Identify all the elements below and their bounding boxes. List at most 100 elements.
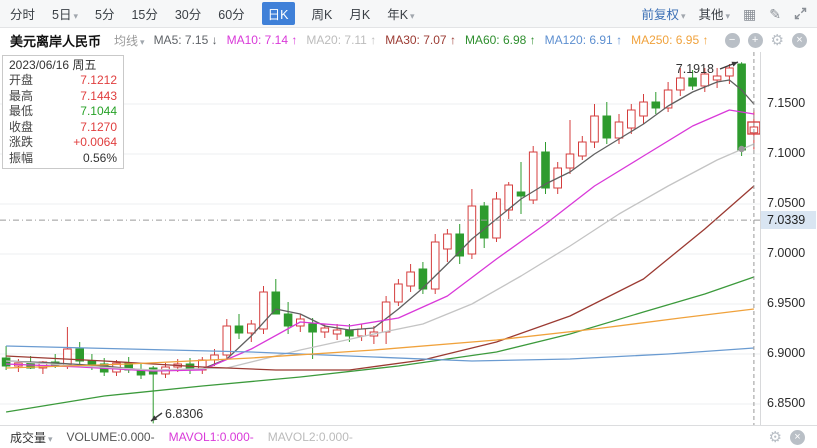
tooltip-low-row: 最低 7.1044 bbox=[9, 104, 117, 118]
close-pane-icon[interactable]: × bbox=[792, 32, 807, 48]
ma30-legend: MA30: 7.07 ↑ bbox=[385, 33, 456, 47]
fullscreen-icon[interactable] bbox=[794, 7, 807, 20]
axis-tick: 7.0000 bbox=[767, 246, 806, 260]
tooltip-high-row: 最高 7.1443 bbox=[9, 88, 117, 103]
candle-body bbox=[676, 77, 685, 91]
ma250-legend: MA250: 6.95 ↑ bbox=[631, 33, 709, 47]
close-pane-icon[interactable]: × bbox=[790, 429, 805, 445]
chevron-down-icon: ▾ bbox=[48, 433, 53, 444]
candle-tooltip: 2023/06/16 周五 开盘 7.1212 最高 7.1443 最低 7.1044… bbox=[2, 55, 124, 169]
tab-monthly-k[interactable]: 月K bbox=[349, 4, 370, 23]
ma120-legend: MA120: 6.91 ↑ bbox=[544, 33, 623, 47]
collapse-pane-icon[interactable]: − bbox=[724, 32, 740, 48]
candle-body bbox=[467, 205, 477, 255]
candle-body bbox=[614, 121, 624, 139]
axis-tick: 6.8500 bbox=[767, 396, 806, 410]
candle-body bbox=[455, 233, 464, 257]
candle-body bbox=[602, 115, 612, 139]
ma10-legend: MA10: 7.14 ↑ bbox=[226, 33, 298, 47]
pane-icon-group: − + ⚙ × bbox=[724, 32, 807, 48]
candle-body bbox=[1, 357, 11, 367]
candle-body bbox=[479, 205, 489, 239]
volume-pane-icons: ⚙ × bbox=[769, 429, 807, 445]
tab-weekly-k[interactable]: 周K bbox=[312, 4, 333, 23]
chevron-down-icon: ▾ bbox=[140, 36, 145, 47]
volume-selector-dropdown[interactable]: 成交量 ▾ bbox=[10, 429, 53, 446]
candle-body bbox=[578, 141, 587, 157]
candle-body bbox=[283, 313, 293, 327]
chevron-down-icon: ▾ bbox=[410, 11, 415, 21]
tab-fenshi[interactable]: 分时 bbox=[10, 4, 35, 23]
candlestick-plot[interactable]: 7.1918 6.8306 2023/06/16 周五 开盘 7.1212 最高 7.… bbox=[0, 52, 760, 425]
indicator-legend-row: 美元离岸人民币 均线 ▾ MA5: 7.15 ↓ MA10: 7.14 ↑ MA2… bbox=[0, 28, 817, 52]
other-dropdown[interactable]: 其他 ▾ bbox=[698, 4, 730, 23]
ma-line-ma60 bbox=[5, 276, 755, 413]
pencil-icon[interactable]: ✎ bbox=[769, 7, 781, 21]
candle-body bbox=[639, 101, 648, 117]
candle-body bbox=[590, 115, 599, 143]
ma60-legend: MA60: 6.98 ↑ bbox=[464, 33, 536, 47]
axis-tick: 7.1500 bbox=[767, 96, 806, 110]
expand-pane-icon[interactable]: + bbox=[747, 32, 763, 48]
candle-body bbox=[430, 241, 440, 290]
candle-body bbox=[63, 348, 72, 366]
tab-daily-k[interactable]: 日K bbox=[261, 2, 295, 25]
tab-yearly-k[interactable]: 年K ▾ bbox=[387, 4, 414, 23]
candle-body bbox=[320, 327, 330, 333]
tooltip-open-row: 开盘 7.1212 bbox=[9, 73, 117, 87]
chevron-down-icon: ▾ bbox=[680, 11, 686, 21]
volume-indicator-bar: 成交量 ▾ VOLUME:0.000- MAVOL1:0.000- MAVOL2:… bbox=[0, 425, 817, 448]
grid-layout-icon[interactable]: ▦ bbox=[743, 7, 756, 21]
candle-body bbox=[627, 109, 636, 129]
candle-body bbox=[651, 101, 661, 109]
axis-tick: 6.9000 bbox=[767, 346, 806, 360]
candle-body bbox=[234, 325, 244, 334]
candle-body bbox=[222, 325, 232, 356]
candle-body bbox=[712, 75, 722, 81]
tab-60min[interactable]: 60分 bbox=[218, 4, 244, 23]
mavol1-value: MAVOL1:0.000- bbox=[168, 430, 254, 444]
candle-body bbox=[357, 328, 366, 337]
annotation-arrowhead bbox=[731, 61, 738, 67]
tooltip-date: 2023/06/16 周五 bbox=[9, 58, 97, 72]
tooltip-close-row: 收盘 7.1270 bbox=[9, 119, 117, 134]
gear-icon[interactable]: ⚙ bbox=[769, 430, 782, 445]
tab-15min[interactable]: 15分 bbox=[131, 4, 157, 23]
candle-body bbox=[565, 153, 575, 169]
period-toolbar: 分时 5日 ▾ 5分 15分 30分 60分 日K 周K 月K 年K ▾ 前复权 ▾ … bbox=[0, 0, 817, 28]
tooltip-amplitude-row: 振幅 0.56% bbox=[9, 150, 117, 165]
toolbar-right-group: 前复权 ▾ 其他 ▾ ▦ ✎ bbox=[641, 4, 807, 23]
candle-body bbox=[308, 323, 317, 333]
tab-30min[interactable]: 30分 bbox=[175, 4, 201, 23]
chart-area: 7.1918 6.8306 2023/06/16 周五 开盘 7.1212 最高 7.… bbox=[0, 52, 817, 425]
candle-body bbox=[345, 329, 354, 337]
tab-5day[interactable]: 5日 ▾ bbox=[52, 4, 78, 23]
ma-line-ma250 bbox=[6, 308, 754, 369]
ma20-legend: MA20: 7.11 ↑ bbox=[306, 33, 377, 47]
ma-line-ma30 bbox=[6, 185, 755, 371]
candle-body bbox=[247, 323, 256, 334]
volume-value: VOLUME:0.000- bbox=[66, 430, 155, 444]
gear-icon[interactable]: ⚙ bbox=[771, 33, 784, 48]
adjust-mode-dropdown[interactable]: 前复权 ▾ bbox=[641, 4, 685, 23]
ma-selector-dropdown[interactable]: 均线 ▾ bbox=[114, 32, 145, 49]
axis-tick: 6.9500 bbox=[767, 296, 806, 310]
chevron-down-icon: ▾ bbox=[725, 11, 731, 21]
price-axis: 7.1500 7.1000 7.0500 7.0000 6.9500 6.9000 6.85… bbox=[760, 52, 816, 425]
annotation-low: 6.8306 bbox=[165, 407, 203, 421]
candle-body bbox=[737, 63, 746, 151]
tooltip-change-row: 涨跌 +0.0064 bbox=[9, 135, 117, 149]
axis-tick: 7.1000 bbox=[767, 146, 806, 160]
ma-point-dot bbox=[738, 145, 745, 153]
annotation-high: 7.1918 bbox=[676, 62, 714, 76]
mavol2-value: MAVOL2:0.000- bbox=[267, 430, 353, 444]
tab-5min[interactable]: 5分 bbox=[95, 4, 114, 23]
ma5-legend: MA5: 7.15 ↓ bbox=[153, 33, 218, 47]
candle-body bbox=[394, 283, 403, 303]
candle-body bbox=[688, 77, 697, 87]
chevron-down-icon: ▾ bbox=[73, 11, 78, 21]
candle-body bbox=[406, 271, 415, 287]
period-group: 分时 5日 ▾ 5分 15分 30分 60分 日K 周K 月K 年K ▾ bbox=[10, 2, 415, 25]
axis-tick: 7.0500 bbox=[767, 196, 806, 210]
candle-body bbox=[271, 291, 281, 315]
